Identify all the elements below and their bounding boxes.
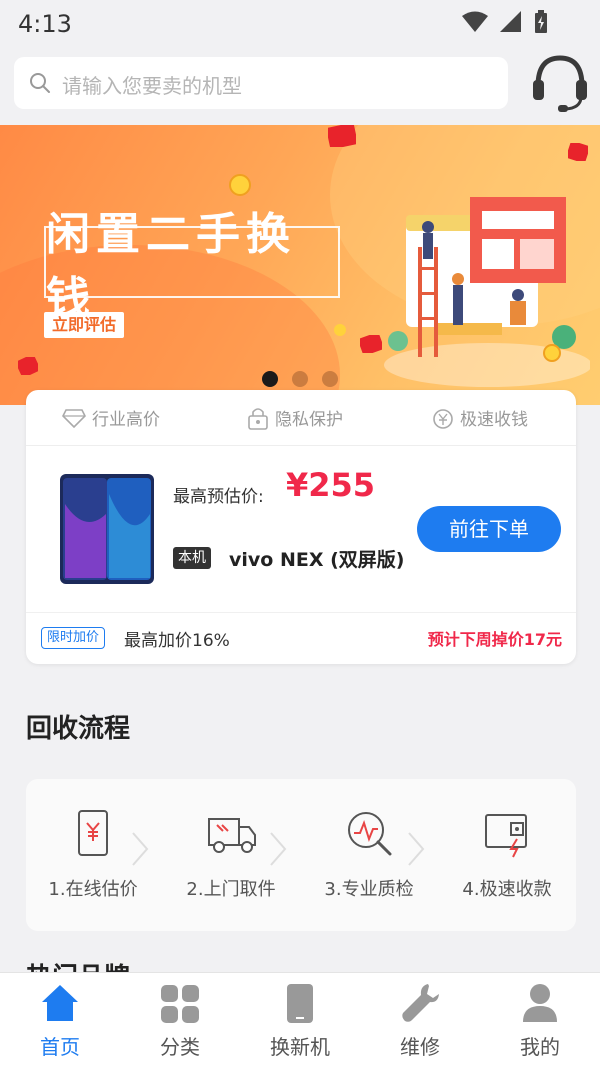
magnifier-check-icon <box>348 812 392 856</box>
nav-label: 维修 <box>400 1035 440 1059</box>
truck-icon <box>208 818 256 853</box>
price-drop-notice: 预计下周掉价17元 <box>427 630 562 649</box>
step-label: 1.在线估价 <box>48 879 138 900</box>
chevron-right-icon <box>270 832 287 866</box>
nav-item-category[interactable]: 分类 <box>120 973 240 1066</box>
feature-item: 极速收钱 <box>430 405 528 430</box>
bottom-nav: 首页 分类 换新机 维修 我的 <box>0 972 600 1066</box>
step-label: 4.极速收款 <box>462 879 552 900</box>
nav-label: 我的 <box>520 1035 560 1059</box>
banner-title: 闲置二手换钱 <box>46 209 296 324</box>
status-icons <box>462 10 548 34</box>
nav-item-me[interactable]: 我的 <box>480 973 600 1066</box>
model-badge: 本机 <box>173 547 211 569</box>
red-envelope-icon <box>568 143 588 161</box>
carousel-dots <box>262 371 338 387</box>
quote-footer: 限时加价 最高加价16% 预计下周掉价17元 <box>26 612 576 664</box>
hot-brands-title: 热门品牌 <box>26 957 130 973</box>
headset-icon[interactable] <box>530 52 590 114</box>
step-label: 3.专业质检 <box>324 879 414 900</box>
order-button[interactable]: 前往下单 <box>417 506 561 552</box>
signal-icon <box>500 11 521 32</box>
nav-label: 分类 <box>160 1035 200 1059</box>
battery-icon <box>535 10 547 33</box>
carousel-dot[interactable] <box>322 371 338 387</box>
carousel-dot[interactable] <box>262 371 278 387</box>
user-icon <box>523 984 557 1022</box>
status-bar: 4:13 <box>0 0 600 48</box>
price-label: 最高预估价: <box>173 487 264 507</box>
red-envelope-icon <box>18 357 38 375</box>
limit-tag: 限时加价 <box>41 627 106 649</box>
chevron-right-icon <box>408 832 425 866</box>
phone-image <box>60 474 154 584</box>
phone-icon <box>287 984 313 1023</box>
model-name: vivo NEX (双屏版) <box>229 549 405 571</box>
feature-label: 极速收钱 <box>460 410 528 430</box>
feature-item: 行业高价 <box>62 405 160 430</box>
banner-title-box: 闲置二手换钱 <box>44 209 340 324</box>
wrench-icon <box>402 984 439 1022</box>
red-envelope-icon <box>360 335 382 353</box>
process-title: 回收流程 <box>26 714 131 744</box>
yen-speed-icon <box>433 408 453 429</box>
nav-label: 首页 <box>40 1035 80 1059</box>
red-envelope-icon <box>328 125 356 147</box>
quote-card: 行业高价 隐私保护 极速收钱 最高预估价: ¥255 本机 vivo NEX (… <box>26 390 576 664</box>
search-placeholder: 请输入您要卖的机型 <box>62 74 242 98</box>
nav-item-new-phone[interactable]: 换新机 <box>240 973 360 1066</box>
gold-coin-icon <box>229 174 251 196</box>
markup-text: 最高加价16% <box>124 631 230 651</box>
status-time: 4:13 <box>18 10 72 38</box>
category-icon <box>161 985 199 1023</box>
process-card: 1.在线估价 2.上门取件 3.专业质检 4.极速收款 <box>26 779 576 931</box>
feature-item: 隐私保护 <box>247 405 343 430</box>
wallet-fast-icon <box>485 814 527 858</box>
process-step[interactable]: 4.极速收款 <box>442 779 572 931</box>
nav-item-repair[interactable]: 维修 <box>360 973 480 1066</box>
wifi-icon <box>462 11 488 32</box>
nav-label: 换新机 <box>270 1035 330 1059</box>
feature-label: 隐私保护 <box>275 410 343 430</box>
search-icon <box>30 73 50 93</box>
feature-strip: 行业高价 隐私保护 极速收钱 <box>26 390 576 446</box>
diamond-icon <box>62 408 86 428</box>
gold-coin-icon <box>543 344 561 362</box>
nav-item-home[interactable]: 首页 <box>0 973 120 1066</box>
lock-icon <box>248 407 268 430</box>
feature-label: 行业高价 <box>92 410 160 430</box>
price-value: ¥255 <box>286 466 376 504</box>
home-icon <box>42 985 78 1021</box>
phone-yen-icon <box>78 810 108 856</box>
search-input[interactable]: 请输入您要卖的机型 <box>14 57 508 109</box>
banner-cta-button[interactable]: 立即评估 <box>44 312 125 338</box>
chevron-right-icon <box>132 832 149 866</box>
step-label: 2.上门取件 <box>186 879 276 900</box>
carousel-dot[interactable] <box>292 371 308 387</box>
